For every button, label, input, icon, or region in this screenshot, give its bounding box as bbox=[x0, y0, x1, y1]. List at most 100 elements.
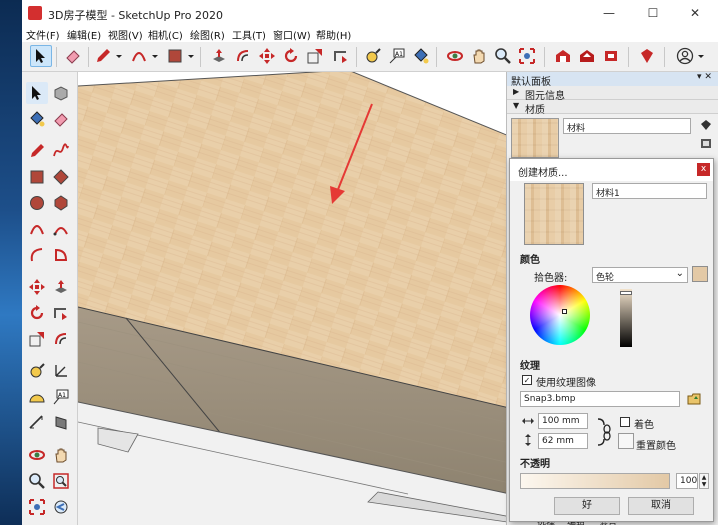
rotate-icon[interactable] bbox=[280, 45, 302, 67]
maximize-button[interactable]: ☐ bbox=[632, 0, 674, 26]
svg-text:A1: A1 bbox=[58, 392, 66, 399]
opacity-input[interactable]: 100 bbox=[676, 473, 698, 489]
orbit-icon[interactable] bbox=[26, 444, 48, 466]
move-icon[interactable] bbox=[256, 45, 278, 67]
previous-view-icon[interactable] bbox=[50, 496, 72, 518]
default-material-icon[interactable] bbox=[699, 136, 713, 150]
orbit-icon[interactable] bbox=[444, 45, 466, 67]
eraser-icon[interactable] bbox=[62, 45, 84, 67]
zoom-window-icon[interactable] bbox=[50, 470, 72, 492]
tray-controls[interactable]: ▾ ✕ bbox=[697, 72, 712, 82]
zoom-icon[interactable] bbox=[26, 470, 48, 492]
extension-warehouse-icon[interactable] bbox=[600, 45, 622, 67]
section-plane-icon[interactable] bbox=[50, 412, 72, 434]
cancel-button[interactable]: 取消 bbox=[628, 497, 694, 515]
pencil-icon[interactable] bbox=[26, 140, 48, 162]
pan-icon[interactable] bbox=[50, 444, 72, 466]
two-point-arc-icon[interactable] bbox=[50, 218, 72, 240]
color-picker-select[interactable]: 色轮 ⌄ bbox=[592, 267, 688, 283]
brightness-slider-thumb[interactable] bbox=[620, 291, 632, 295]
text-icon[interactable]: A1 bbox=[50, 386, 72, 408]
chevron-down-icon[interactable] bbox=[150, 45, 160, 67]
paint-bucket-icon[interactable] bbox=[410, 45, 432, 67]
offset-icon[interactable] bbox=[232, 45, 254, 67]
arc-icon[interactable] bbox=[128, 45, 150, 67]
menu-view[interactable]: 视图(V) bbox=[108, 27, 143, 42]
rectangle-icon[interactable] bbox=[164, 45, 186, 67]
dialog-close-button[interactable]: x bbox=[697, 163, 710, 176]
rotate-icon[interactable] bbox=[26, 302, 48, 324]
material-name-input[interactable]: 材料1 bbox=[592, 183, 707, 199]
menu-window[interactable]: 窗口(W) bbox=[273, 27, 311, 42]
pencil-icon[interactable] bbox=[92, 45, 114, 67]
reset-color-label: 重置颜色 bbox=[636, 441, 676, 452]
minimize-button[interactable]: — bbox=[588, 0, 630, 26]
color-wheel-marker[interactable] bbox=[562, 309, 567, 314]
chevron-down-icon[interactable] bbox=[114, 45, 124, 67]
opacity-slider[interactable] bbox=[520, 473, 670, 489]
arc-icon[interactable] bbox=[26, 218, 48, 240]
extension-manager-ruby-icon[interactable] bbox=[636, 45, 658, 67]
material-name-field[interactable]: 材料 bbox=[563, 118, 691, 134]
chevron-down-icon[interactable] bbox=[186, 45, 196, 67]
push-pull-icon[interactable] bbox=[208, 45, 230, 67]
push-pull-icon[interactable] bbox=[50, 276, 72, 298]
paint-bucket-icon[interactable] bbox=[26, 108, 48, 130]
menu-edit[interactable]: 编辑(E) bbox=[67, 27, 101, 42]
texture-file-input[interactable]: Snap3.bmp bbox=[520, 391, 680, 407]
scale-icon[interactable] bbox=[26, 328, 48, 350]
zoom-extents-icon[interactable] bbox=[26, 496, 48, 518]
use-texture-checkbox[interactable]: ✓ bbox=[522, 375, 532, 385]
pan-icon[interactable] bbox=[468, 45, 490, 67]
follow-me-icon[interactable] bbox=[330, 45, 352, 67]
polygon-icon[interactable] bbox=[50, 192, 72, 214]
model-viewport[interactable] bbox=[78, 72, 528, 525]
texture-height-input[interactable]: 62 mm bbox=[538, 433, 588, 449]
rotated-rectangle-icon[interactable] bbox=[50, 166, 72, 188]
menu-help[interactable]: 帮助(H) bbox=[316, 27, 351, 42]
select-tool-icon[interactable] bbox=[26, 82, 48, 104]
three-point-arc-icon[interactable] bbox=[26, 244, 48, 266]
user-account-icon[interactable] bbox=[674, 45, 696, 67]
offset-icon[interactable] bbox=[50, 328, 72, 350]
eraser-icon[interactable] bbox=[50, 108, 72, 130]
aspect-lock-chain-icon[interactable] bbox=[594, 417, 614, 447]
menu-camera[interactable]: 相机(C) bbox=[148, 27, 183, 42]
dialog-title-bar: 创建材质... x bbox=[510, 159, 713, 181]
tape-measure-icon[interactable] bbox=[362, 45, 384, 67]
make-component-icon[interactable] bbox=[50, 82, 72, 104]
follow-me-icon[interactable] bbox=[50, 302, 72, 324]
dimension-icon[interactable]: A1 bbox=[386, 45, 408, 67]
move-icon[interactable] bbox=[26, 276, 48, 298]
browse-texture-icon[interactable] bbox=[686, 391, 702, 407]
protractor-icon[interactable] bbox=[26, 386, 48, 408]
freehand-icon[interactable] bbox=[50, 140, 72, 162]
colorize-checkbox[interactable] bbox=[620, 417, 630, 427]
menu-draw[interactable]: 绘图(R) bbox=[190, 27, 225, 42]
scale-icon[interactable] bbox=[304, 45, 326, 67]
share-model-icon[interactable] bbox=[576, 45, 598, 67]
reset-color-swatch[interactable] bbox=[618, 433, 634, 449]
create-material-icon[interactable] bbox=[699, 118, 713, 132]
panel-materials[interactable]: ▼ 材质 bbox=[507, 100, 718, 116]
ok-button[interactable]: 好 bbox=[554, 497, 620, 515]
menu-tools[interactable]: 工具(T) bbox=[232, 27, 266, 42]
close-button[interactable]: ✕ bbox=[674, 0, 716, 26]
color-wheel[interactable] bbox=[530, 285, 590, 345]
select-tool-icon[interactable] bbox=[30, 45, 52, 67]
menu-file[interactable]: 文件(F) bbox=[26, 27, 60, 42]
dimension-icon[interactable] bbox=[26, 412, 48, 434]
texture-width-input[interactable]: 100 mm bbox=[538, 413, 588, 429]
pie-icon[interactable] bbox=[50, 244, 72, 266]
chevron-down-icon[interactable] bbox=[696, 45, 706, 67]
tape-measure-icon[interactable] bbox=[26, 360, 48, 382]
zoom-icon[interactable] bbox=[492, 45, 514, 67]
rectangle-icon[interactable] bbox=[26, 166, 48, 188]
zoom-extents-icon[interactable] bbox=[516, 45, 538, 67]
opacity-spinner[interactable]: ▲ ▼ bbox=[699, 473, 709, 489]
axes-icon[interactable] bbox=[50, 360, 72, 382]
panel-entity-info[interactable]: ▶ 图元信息 bbox=[507, 86, 718, 102]
circle-icon[interactable] bbox=[26, 192, 48, 214]
3d-warehouse-icon[interactable] bbox=[552, 45, 574, 67]
brightness-slider[interactable] bbox=[620, 289, 632, 347]
